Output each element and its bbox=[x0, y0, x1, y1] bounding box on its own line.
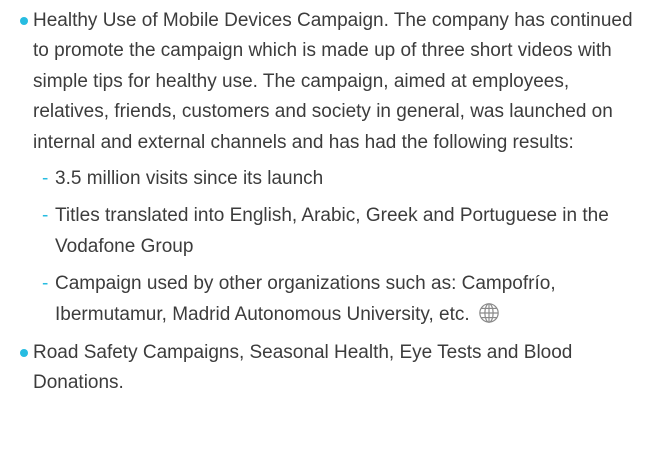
list-item: - Titles translated into English, Arabic… bbox=[33, 201, 647, 262]
sub-item-text: Titles translated into English, Arabic, … bbox=[55, 205, 609, 257]
results-sublist: - 3.5 million visits since its launch - … bbox=[33, 164, 647, 330]
dash-marker: - bbox=[42, 205, 49, 227]
globe-icon[interactable] bbox=[478, 302, 500, 324]
dash-marker: - bbox=[42, 273, 49, 295]
bullet-text: Road Safety Campaigns, Seasonal Health, … bbox=[33, 342, 573, 394]
list-item: - 3.5 million visits since its launch bbox=[33, 164, 647, 194]
bullet-text: Healthy Use of Mobile Devices Campaign. … bbox=[33, 10, 633, 153]
bullet-item-mobile-campaign: Healthy Use of Mobile Devices Campaign. … bbox=[20, 6, 647, 330]
document-page: Healthy Use of Mobile Devices Campaign. … bbox=[0, 0, 655, 460]
bullet-item-campaigns: Road Safety Campaigns, Seasonal Health, … bbox=[20, 338, 647, 399]
sub-item-text: 3.5 million visits since its launch bbox=[55, 168, 324, 190]
bullet-dot bbox=[20, 17, 28, 25]
dash-marker: - bbox=[42, 168, 49, 190]
list-item: - Campaign used by other organizations s… bbox=[33, 269, 647, 330]
bullet-dot bbox=[20, 349, 28, 358]
